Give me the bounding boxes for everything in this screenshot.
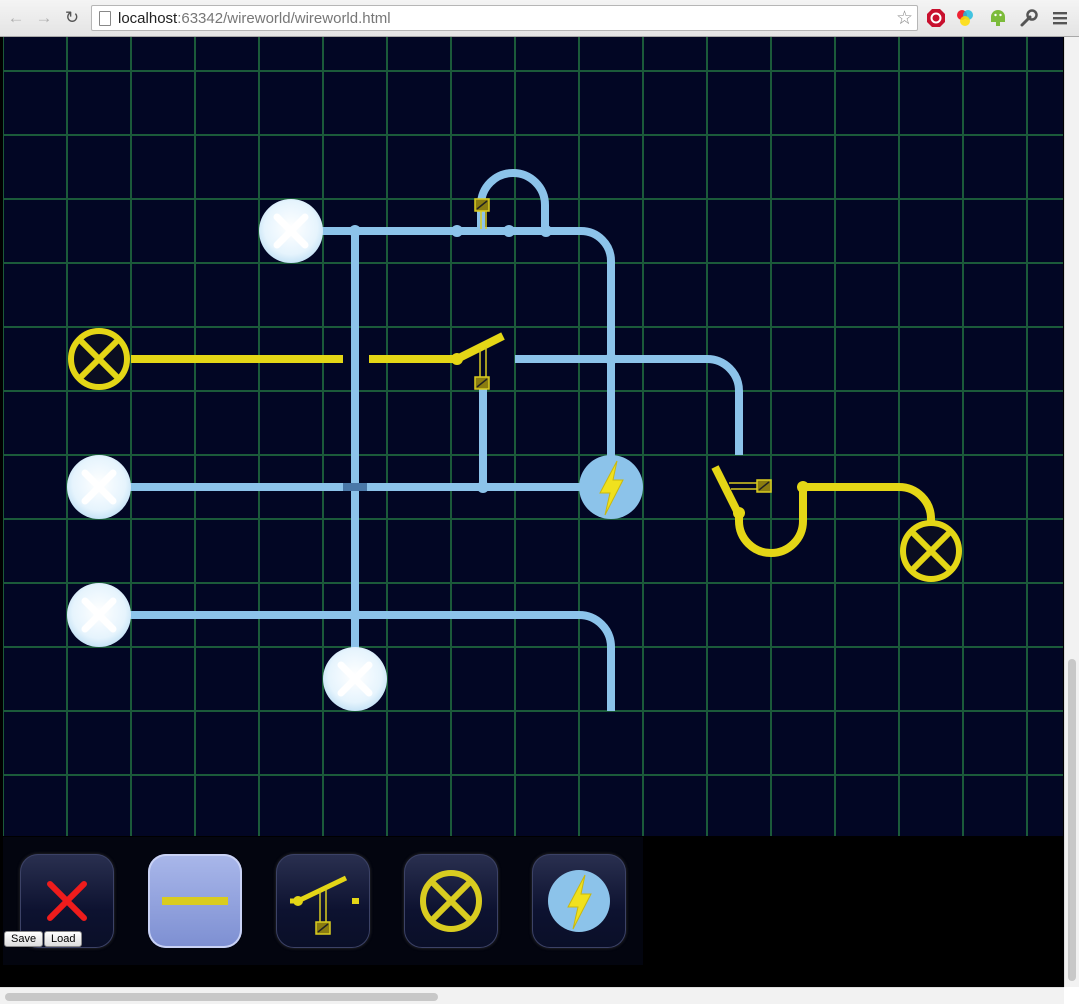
lamp-icon [420, 870, 482, 932]
url-text[interactable]: localhost:63342/wireworld/wireworld.html [118, 10, 391, 27]
forward-arrow-icon[interactable]: → [34, 8, 54, 28]
junction [349, 225, 361, 237]
wire-crossing [343, 483, 367, 491]
lamp-tool-button[interactable] [404, 854, 498, 948]
lamp-off[interactable] [259, 199, 323, 263]
horizontal-scroll-thumb[interactable] [5, 993, 438, 1001]
browser-toolbar: ← → ↻ localhost:63342/wireworld/wireworl… [0, 0, 1079, 37]
junction [733, 507, 745, 519]
circuit-board[interactable] [3, 37, 1063, 836]
back-arrow-icon[interactable]: ← [6, 8, 26, 28]
junction [451, 353, 463, 365]
wire-icon [162, 897, 228, 905]
horizontal-scrollbar[interactable] [0, 987, 1064, 1004]
load-button[interactable]: Load [44, 931, 83, 947]
url-host: localhost [118, 10, 178, 27]
lamp-off[interactable] [323, 647, 387, 711]
reload-icon[interactable]: ↻ [62, 8, 82, 28]
junction [540, 225, 552, 237]
menu-icon[interactable] [1050, 8, 1070, 28]
lamp-on[interactable] [900, 520, 962, 582]
wrench-icon[interactable] [1019, 8, 1039, 28]
board-background [3, 37, 1063, 836]
switch-tool-button[interactable] [276, 854, 370, 948]
lamp-off[interactable] [67, 455, 131, 519]
tool-palette [3, 837, 643, 965]
power-source[interactable] [579, 455, 643, 519]
lamp-on[interactable] [68, 328, 130, 390]
power-icon [548, 870, 610, 932]
url-path: :63342/wireworld/wireworld.html [177, 10, 391, 27]
junction [605, 353, 617, 365]
junction [797, 481, 809, 493]
star-icon[interactable]: ☆ [896, 7, 913, 30]
page-icon [99, 11, 111, 26]
junction [349, 609, 361, 621]
vertical-scrollbar[interactable] [1064, 37, 1079, 987]
junction [503, 225, 515, 237]
junction [451, 225, 463, 237]
page-viewport [0, 37, 1064, 987]
color-picker-icon[interactable] [955, 8, 975, 28]
android-icon[interactable] [988, 8, 1008, 28]
save-button[interactable]: Save [4, 931, 44, 947]
vertical-scroll-thumb[interactable] [1068, 659, 1076, 981]
lamp-off[interactable] [67, 583, 131, 647]
wire-tool-button[interactable] [148, 854, 242, 948]
junction [477, 481, 489, 493]
adblock-icon[interactable] [926, 8, 946, 28]
switch-icon [290, 875, 359, 935]
address-bar[interactable]: localhost:63342/wireworld/wireworld.html… [91, 5, 918, 31]
power-tool-button[interactable] [532, 854, 626, 948]
